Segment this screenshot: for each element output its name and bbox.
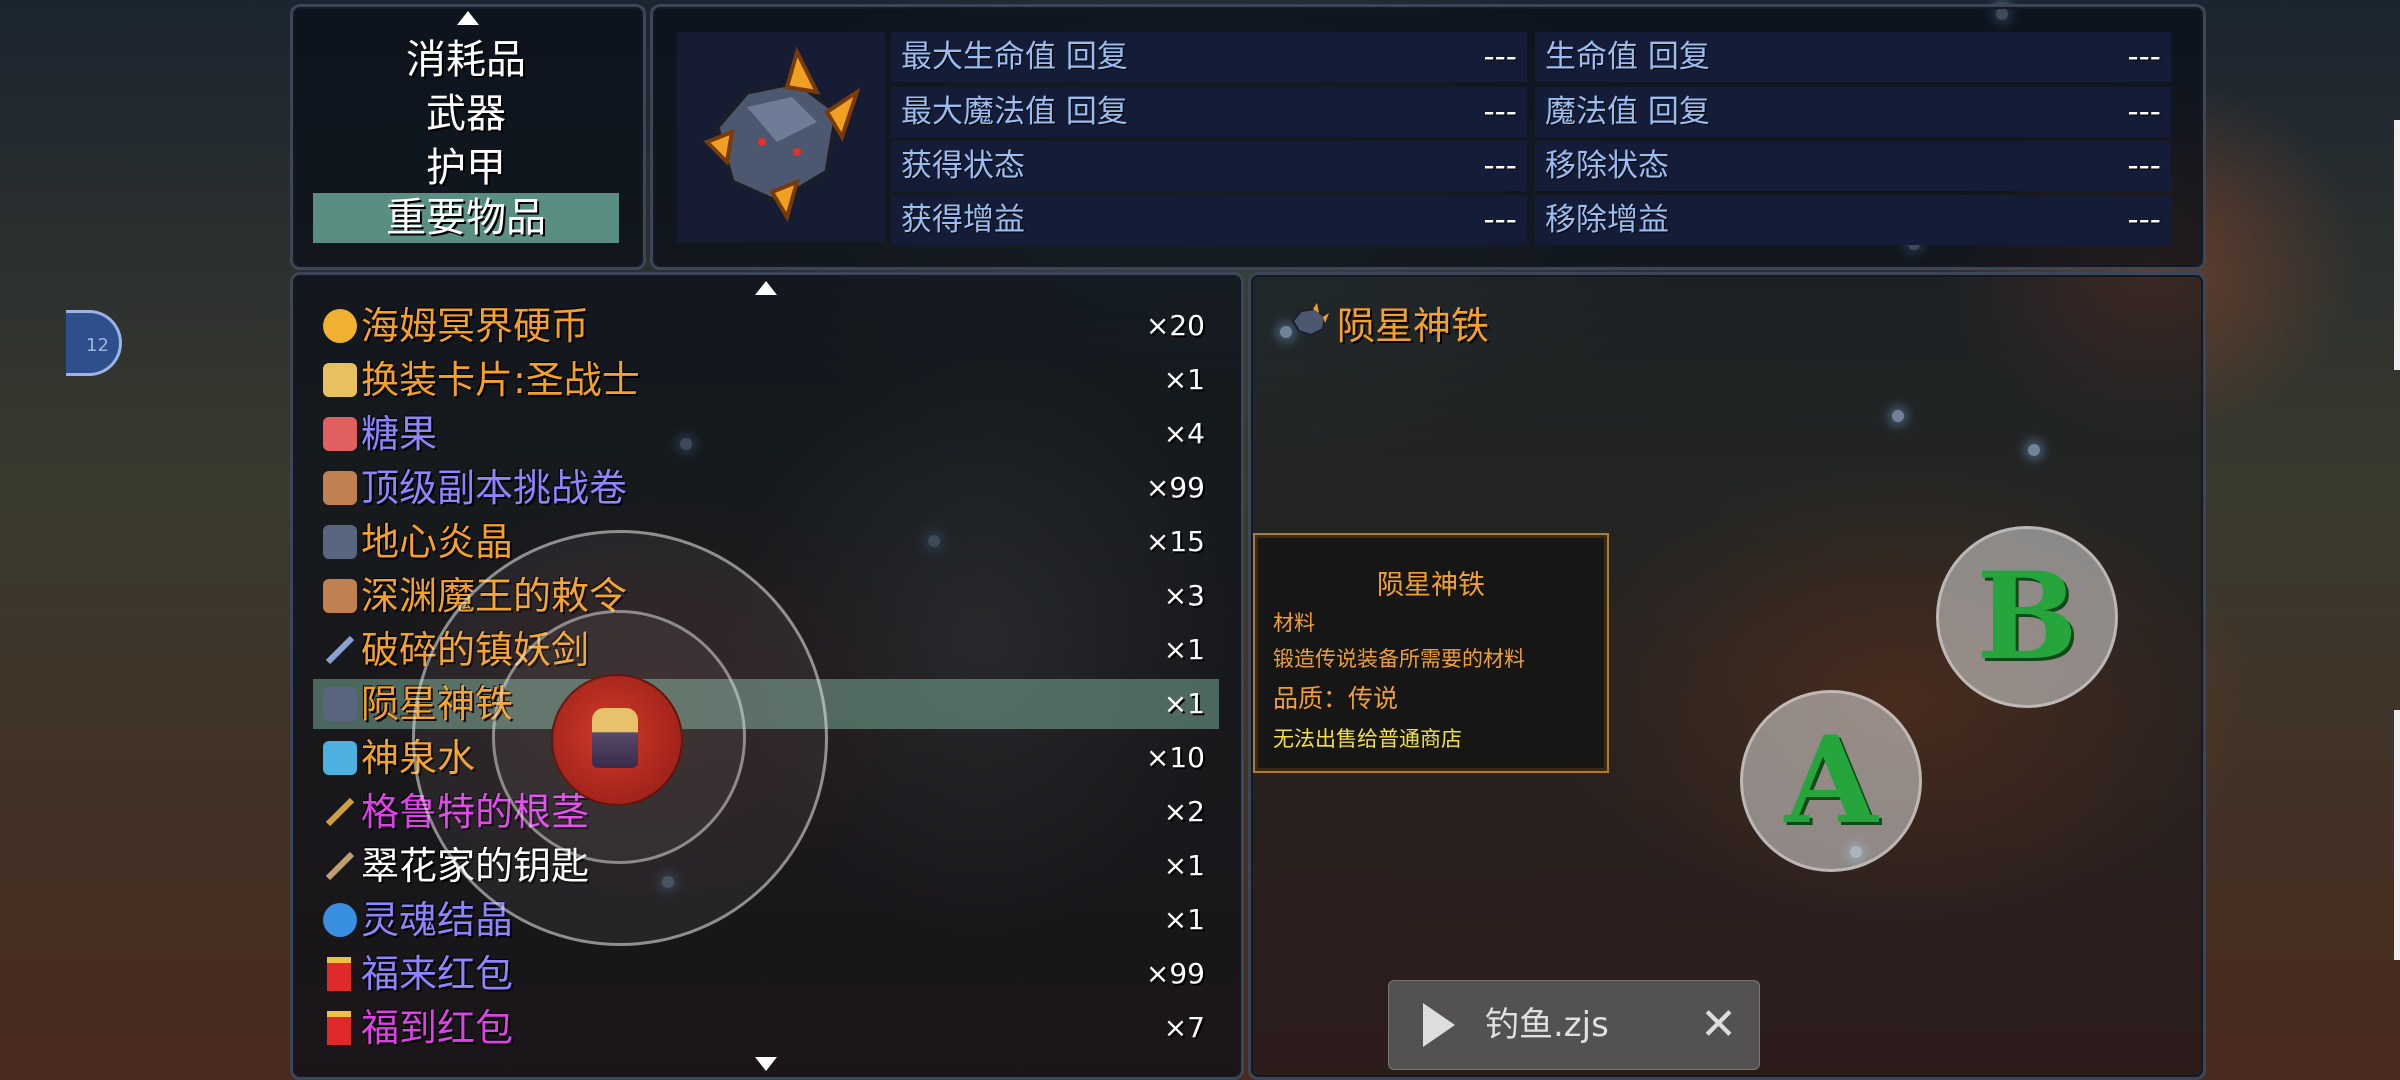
meteor-iron-icon (1291, 303, 1329, 337)
ore-icon (323, 525, 357, 559)
item-quantity: ×99 (1145, 957, 1205, 990)
stat-value: --- (1483, 148, 1517, 184)
crystal-icon (323, 903, 357, 937)
list-scroll-up-arrow-icon[interactable] (755, 281, 777, 295)
item-quantity: ×1 (1163, 633, 1205, 666)
item-row[interactable]: 地心炎晶 ×15 (313, 517, 1219, 567)
category-key-items[interactable]: 重要物品 (313, 193, 619, 243)
potion-icon (323, 741, 357, 775)
stat-label: 获得增益 (901, 202, 1025, 238)
scroll-icon (323, 579, 357, 613)
item-thumbnail (677, 32, 885, 242)
stat-label: 移除状态 (1545, 148, 1669, 184)
stat-hp-restore: 生命值 回复 --- (1535, 32, 2171, 82)
ore-icon (323, 687, 357, 721)
item-quantity: ×1 (1163, 363, 1205, 396)
category-armor[interactable]: 护甲 (313, 143, 619, 193)
player-avatar-icon (592, 708, 638, 768)
item-name: 换装卡片:圣战士 (361, 358, 640, 402)
item-quantity: ×99 (1145, 471, 1205, 504)
close-icon[interactable]: ✕ (1700, 981, 1737, 1069)
script-name: 钓鱼.zjs (1485, 1005, 1609, 1045)
play-icon[interactable] (1423, 1003, 1455, 1047)
candy-icon (323, 417, 357, 451)
item-name: 地心炎晶 (361, 520, 514, 564)
root-icon (325, 797, 355, 827)
red-envelope-icon (327, 1011, 351, 1045)
item-stats-panel: 最大生命值 回复 --- 生命值 回复 --- 最大魔法值 回复 --- 魔法值… (650, 4, 2206, 270)
stat-label: 最大魔法值 回复 (901, 94, 1128, 130)
stat-max-hp-restore: 最大生命值 回复 --- (891, 32, 1527, 82)
stat-label: 最大生命值 回复 (901, 39, 1128, 75)
sword-icon (325, 635, 355, 665)
stat-add-buff: 获得增益 --- (891, 195, 1527, 245)
meteor-iron-icon (703, 46, 861, 222)
item-quantity: ×3 (1163, 579, 1205, 612)
coin-icon (323, 309, 357, 343)
scroll-icon (323, 471, 357, 505)
item-row[interactable]: 糖果 ×4 (313, 409, 1219, 459)
stat-value: --- (1483, 94, 1517, 130)
item-quantity: ×20 (1145, 309, 1205, 342)
a-button[interactable]: A (1740, 690, 1922, 872)
stat-value: --- (2127, 148, 2161, 184)
item-row[interactable]: 福到红包 ×7 (313, 1003, 1219, 1053)
tooltip-note: 无法出售给普通商店 (1273, 727, 1462, 751)
item-tooltip: 陨星神铁 材料 锻造传说装备所需要的材料 品质：传说 无法出售给普通商店 (1253, 533, 1609, 773)
item-row[interactable]: 灵魂结晶 ×1 (313, 895, 1219, 945)
script-runner-bar: 钓鱼.zjs ✕ (1388, 980, 1760, 1070)
tooltip-description: 锻造传说装备所需要的材料 (1273, 647, 1525, 671)
item-row[interactable]: 海姆冥界硬币 ×20 (313, 301, 1219, 351)
tooltip-type: 材料 (1273, 611, 1315, 635)
list-scroll-down-arrow-icon[interactable] (755, 1057, 777, 1071)
category-consumables[interactable]: 消耗品 (313, 35, 619, 85)
tooltip-quality: 品质：传说 (1273, 684, 1399, 713)
edge-handle[interactable] (2394, 710, 2400, 960)
category-weapons[interactable]: 武器 (313, 89, 619, 139)
stat-value: --- (2127, 39, 2161, 75)
stat-value: --- (1483, 39, 1517, 75)
item-row[interactable]: 换装卡片:圣战士 ×1 (313, 355, 1219, 405)
key-icon (325, 851, 355, 881)
stat-mp-restore: 魔法值 回复 --- (1535, 87, 2171, 137)
item-name: 海姆冥界硬币 (361, 304, 590, 348)
stat-add-state: 获得状态 --- (891, 141, 1527, 191)
item-quantity: ×2 (1163, 795, 1205, 828)
item-quantity: ×1 (1163, 903, 1205, 936)
stat-value: --- (1483, 202, 1517, 238)
stat-label: 获得状态 (901, 148, 1025, 184)
item-quantity: ×7 (1163, 1011, 1205, 1044)
stat-label: 移除增益 (1545, 202, 1669, 238)
scroll-up-arrow-icon[interactable] (457, 11, 479, 25)
tooltip-title: 陨星神铁 (1377, 570, 1485, 601)
red-envelope-icon (327, 957, 351, 991)
stat-max-mp-restore: 最大魔法值 回复 --- (891, 87, 1527, 137)
item-quantity: ×1 (1163, 849, 1205, 882)
item-name: 福来红包 (361, 952, 514, 996)
stat-value: --- (2127, 202, 2161, 238)
b-button[interactable]: B (1936, 526, 2118, 708)
item-quantity: ×1 (1163, 687, 1205, 720)
stat-label: 生命值 回复 (1545, 39, 1710, 75)
edge-handle[interactable] (2394, 120, 2400, 370)
item-quantity: ×4 (1163, 417, 1205, 450)
category-panel: 消耗品 武器 护甲 重要物品 (290, 4, 646, 270)
card-icon (323, 363, 357, 397)
item-row[interactable]: 福来红包 ×99 (313, 949, 1219, 999)
item-name: 糖果 (361, 412, 438, 456)
item-row[interactable]: 顶级副本挑战卷 ×99 (313, 463, 1219, 513)
item-name: 顶级副本挑战卷 (361, 466, 628, 510)
item-quantity: ×10 (1145, 741, 1205, 774)
stat-remove-state: 移除状态 --- (1535, 141, 2171, 191)
stat-label: 魔法值 回复 (1545, 94, 1710, 130)
detail-item-name: 陨星神铁 (1337, 304, 1490, 348)
item-name: 灵魂结晶 (361, 898, 514, 942)
item-name: 福到红包 (361, 1006, 514, 1050)
stat-remove-buff: 移除增益 --- (1535, 195, 2171, 245)
item-quantity: ×15 (1145, 525, 1205, 558)
stat-value: --- (2127, 94, 2161, 130)
